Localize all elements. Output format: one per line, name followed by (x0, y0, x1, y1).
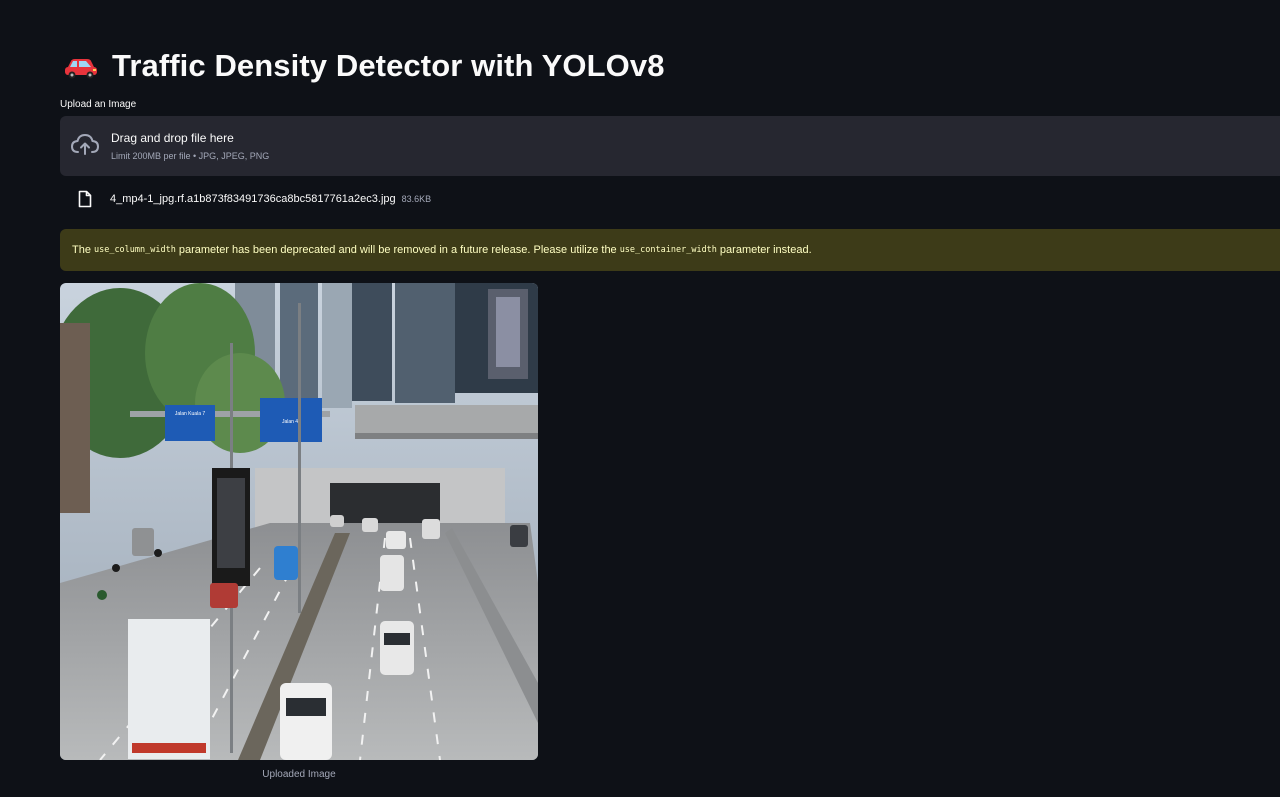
sign-text-2: Jalan 4 (282, 419, 298, 425)
cloud-upload-icon (71, 133, 99, 155)
uploaded-image: Jalan Kuala 7 Jalan 4 (60, 283, 538, 760)
warning-text-1: The (72, 244, 91, 256)
uploaded-file-size: 83.6KB (401, 194, 432, 204)
warning-text-2: parameter has been deprecated and will b… (178, 244, 617, 256)
car-emoji-icon (65, 59, 97, 79)
page-title: Traffic Density Detector with YOLOv8 (112, 48, 665, 83)
deprecation-warning: The use_column_width parameter has been … (60, 229, 1280, 271)
uploaded-file-name: 4_mp4-1_jpg.rf.a1b873f83491736ca8bc58177… (110, 193, 396, 205)
dropzone-limit-text: Limit 200MB per file • JPG, JPEG, PNG (111, 151, 270, 161)
app-root: Traffic Density Detector with YOLOv8 Upl… (0, 0, 1280, 797)
image-caption: Uploaded Image (262, 769, 336, 780)
warning-text-3: parameter instead. (719, 244, 812, 256)
uploaded-file-row: 4_mp4-1_jpg.rf.a1b873f83491736ca8bc58177… (78, 189, 431, 209)
dropzone-title: Drag and drop file here (111, 131, 234, 145)
upload-label: Upload an Image (60, 99, 137, 110)
warning-code-1: use_column_width (93, 245, 176, 255)
warning-code-2: use_container_width (619, 245, 717, 255)
file-dropzone[interactable]: Drag and drop file here Limit 200MB per … (60, 116, 1280, 176)
sign-text-1: Jalan Kuala 7 (175, 411, 206, 417)
file-icon (78, 190, 92, 208)
page-title-row: Traffic Density Detector with YOLOv8 (62, 44, 665, 88)
traffic-photo: Jalan Kuala 7 Jalan 4 (60, 283, 538, 760)
